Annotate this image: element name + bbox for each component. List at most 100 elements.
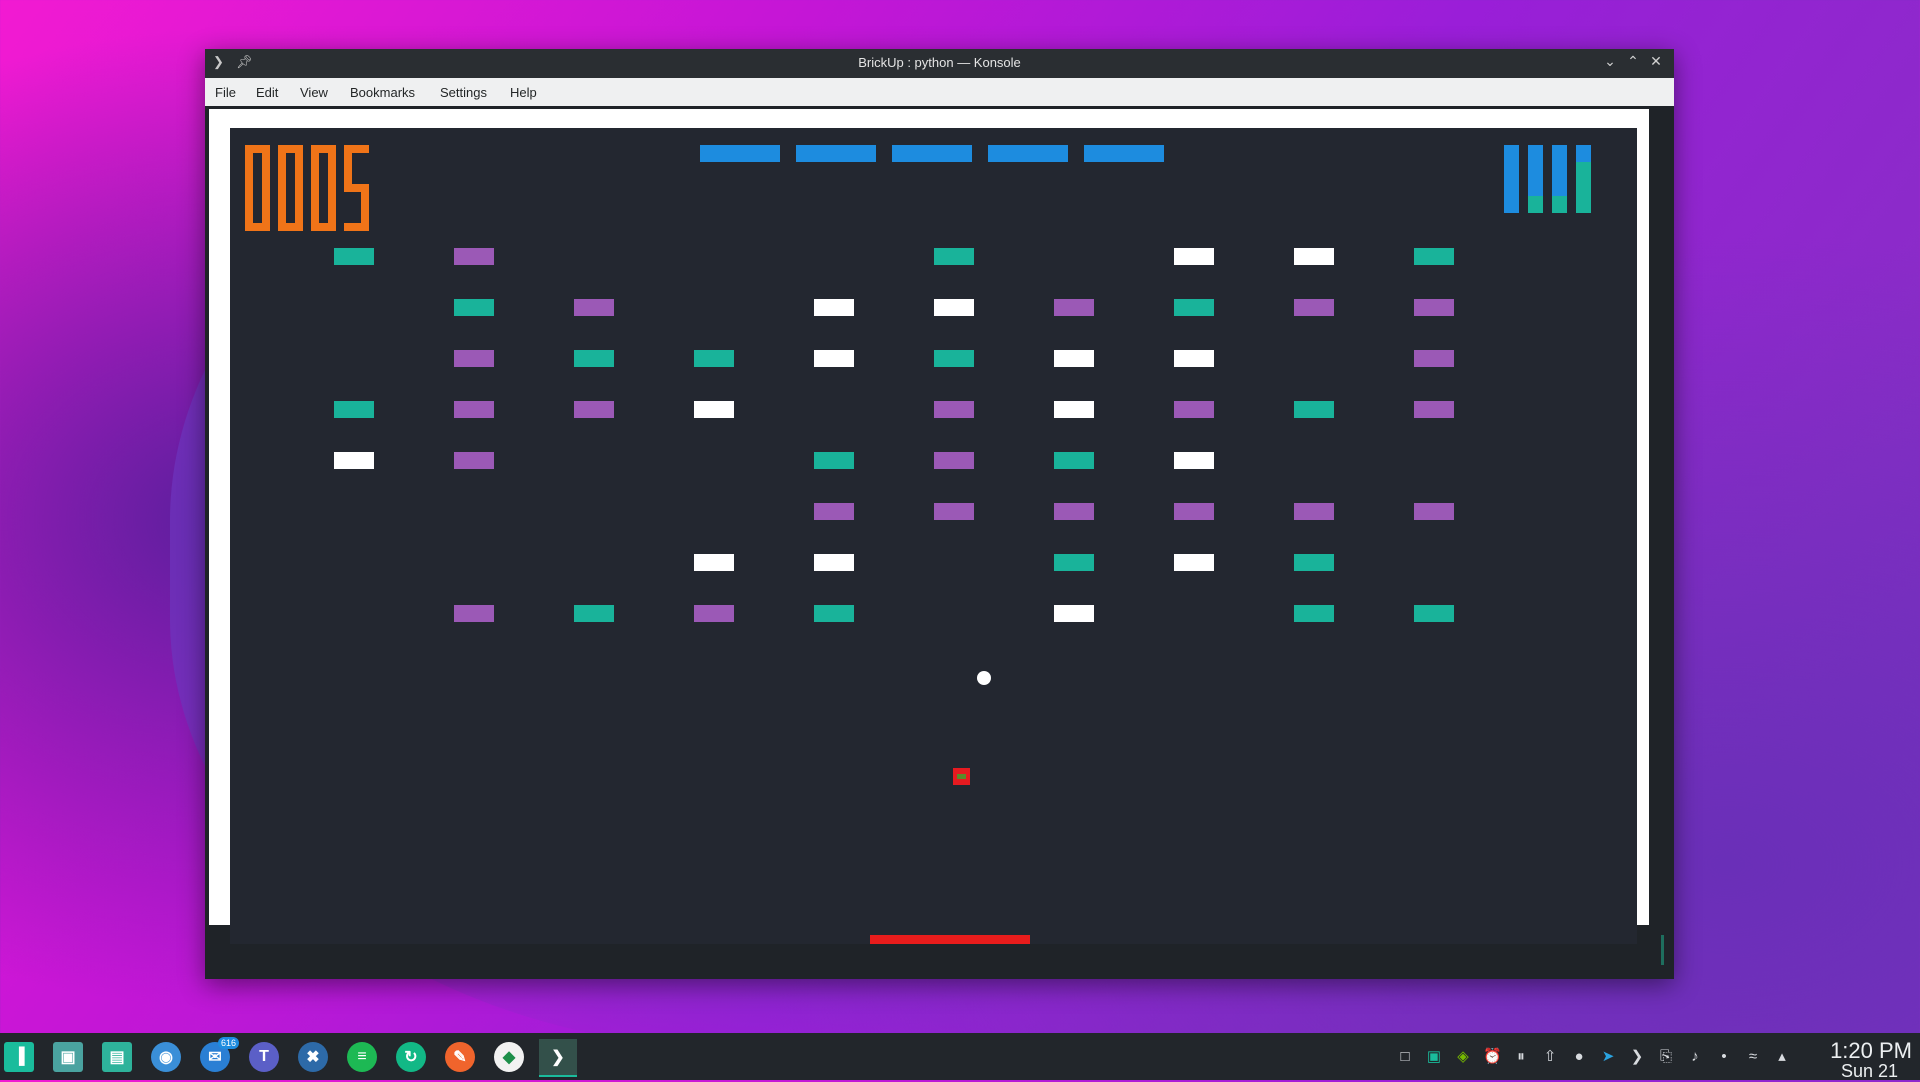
wifi-icon[interactable]: ≈ <box>1744 1048 1762 1066</box>
brick <box>1054 554 1094 571</box>
top-bar-segment <box>700 145 780 162</box>
score-segment <box>278 145 286 188</box>
file-manager-icon: ▤ <box>102 1042 132 1072</box>
brick <box>454 248 494 265</box>
vscode-launcher[interactable]: ✖ <box>294 1039 332 1075</box>
brick <box>1414 350 1454 367</box>
sync-launcher[interactable]: ↻ <box>392 1039 430 1075</box>
spotify-icon: ≡ <box>347 1042 377 1072</box>
brick <box>694 350 734 367</box>
desktop-pager-icon: ▣ <box>53 1042 83 1072</box>
spotify-launcher[interactable]: ≡ <box>343 1039 381 1075</box>
top-bar-segment <box>796 145 876 162</box>
brick <box>1174 554 1214 571</box>
score-segment <box>344 223 369 231</box>
top-bar-segment <box>988 145 1068 162</box>
brick <box>814 554 854 571</box>
clock-date[interactable]: Sun 21 <box>1841 1061 1898 1082</box>
volume-icon[interactable]: ♪ <box>1686 1048 1704 1066</box>
brick <box>1414 248 1454 265</box>
brick <box>574 350 614 367</box>
brick <box>814 503 854 520</box>
brick <box>1414 299 1454 316</box>
score-segment <box>245 145 253 188</box>
chromium-launcher[interactable]: ◉ <box>147 1039 185 1075</box>
terminal-scrollbar[interactable] <box>1661 935 1664 965</box>
konsole-launcher[interactable]: ❯ <box>539 1039 577 1077</box>
score-segment <box>311 145 319 188</box>
teams-icon: T <box>249 1042 279 1072</box>
terminal-tray-icon[interactable]: ❯ <box>1628 1048 1646 1066</box>
brick <box>1054 401 1094 418</box>
life-bar <box>1528 145 1543 213</box>
brick <box>334 452 374 469</box>
menu-edit[interactable]: Edit <box>256 85 278 100</box>
alarm-icon[interactable]: ⏰ <box>1483 1048 1502 1066</box>
update-icon[interactable]: ⇧ <box>1541 1048 1559 1066</box>
brick <box>1414 401 1454 418</box>
file-manager-launcher[interactable]: ▤ <box>98 1039 136 1075</box>
brick <box>574 401 614 418</box>
folder-icon[interactable]: ▣ <box>1425 1048 1443 1066</box>
konsole-icon: ❯ <box>551 1049 565 1066</box>
expand-arrow-icon[interactable]: ▴ <box>1773 1048 1791 1066</box>
menu-file[interactable]: File <box>215 85 236 100</box>
score-display <box>245 145 370 231</box>
brick <box>1294 299 1334 316</box>
brick <box>1294 554 1334 571</box>
show-desktop-icon[interactable]: □ <box>1396 1048 1414 1066</box>
pause-icon[interactable]: ⏸ <box>1512 1048 1530 1066</box>
menu-bookmarks[interactable]: Bookmarks <box>350 85 415 100</box>
telegram-icon[interactable]: ➤ <box>1599 1048 1617 1066</box>
score-digit <box>311 145 336 231</box>
menu-view[interactable]: View <box>300 85 328 100</box>
brick <box>934 350 974 367</box>
taskbar: ▐ ▣ ▤ ◉ ✉ 616 T ✖ ≡ ↻ ✎ ◆ ❯ □ ▣ ◈ ⏰ ⏸ ⇧ ● ➤ ❯ ⎘ ♪ • ≈ ▴ 1:20 PM S… <box>0 1033 1920 1082</box>
top-bar-segment <box>1084 145 1164 162</box>
minimize-icon[interactable]: ⌄ <box>1601 53 1619 70</box>
score-segment <box>245 188 253 231</box>
score-digit <box>278 145 303 231</box>
title-bar[interactable]: ❯ 📌︎ BrickUp : python — Konsole ⌄ ⌃ ✕ <box>205 49 1674 78</box>
game-border <box>209 109 1649 944</box>
manjaro-menu-launcher[interactable]: ▐ <box>0 1039 38 1075</box>
nvidia-icon[interactable]: ◈ <box>1454 1048 1472 1066</box>
powerup-capsule <box>953 768 970 785</box>
brick <box>934 401 974 418</box>
desktop-pager-launcher[interactable]: ▣ <box>49 1039 87 1075</box>
brick <box>1054 350 1094 367</box>
microphone-icon[interactable]: • <box>1715 1048 1733 1066</box>
brick <box>814 299 854 316</box>
brick <box>1054 299 1094 316</box>
menu-settings[interactable]: Settings <box>440 85 487 100</box>
terminal-area[interactable] <box>205 106 1674 979</box>
brick <box>694 401 734 418</box>
unread-badge: 616 <box>218 1037 240 1049</box>
brick <box>1414 605 1454 622</box>
teams-tray-icon[interactable]: ● <box>1570 1048 1588 1066</box>
brick <box>454 350 494 367</box>
close-icon[interactable]: ✕ <box>1647 53 1665 70</box>
life-bar-fill <box>1528 196 1543 213</box>
menu-help[interactable]: Help <box>510 85 537 100</box>
brick <box>1174 401 1214 418</box>
brick <box>1294 605 1334 622</box>
drawing-launcher[interactable]: ✎ <box>441 1039 479 1075</box>
vscode-icon: ✖ <box>298 1042 328 1072</box>
maximize-icon[interactable]: ⌃ <box>1624 53 1642 70</box>
brick <box>1054 503 1094 520</box>
menu-bar: File Edit View Bookmarks Settings Help <box>205 78 1674 107</box>
paddle[interactable] <box>870 935 1030 944</box>
teams-launcher[interactable]: T <box>245 1039 283 1075</box>
score-segment <box>311 188 319 231</box>
brick <box>1174 248 1214 265</box>
life-bar-fill <box>1576 162 1591 213</box>
clipboard-icon[interactable]: ⎘ <box>1657 1048 1675 1066</box>
brick <box>454 299 494 316</box>
score-digit <box>245 145 270 231</box>
score-segment <box>328 145 336 188</box>
mongodb-compass-launcher[interactable]: ◆ <box>490 1039 528 1075</box>
game-playfield[interactable] <box>230 128 1637 944</box>
thunderbird-launcher[interactable]: ✉ 616 <box>196 1037 240 1075</box>
life-bar <box>1504 145 1519 213</box>
